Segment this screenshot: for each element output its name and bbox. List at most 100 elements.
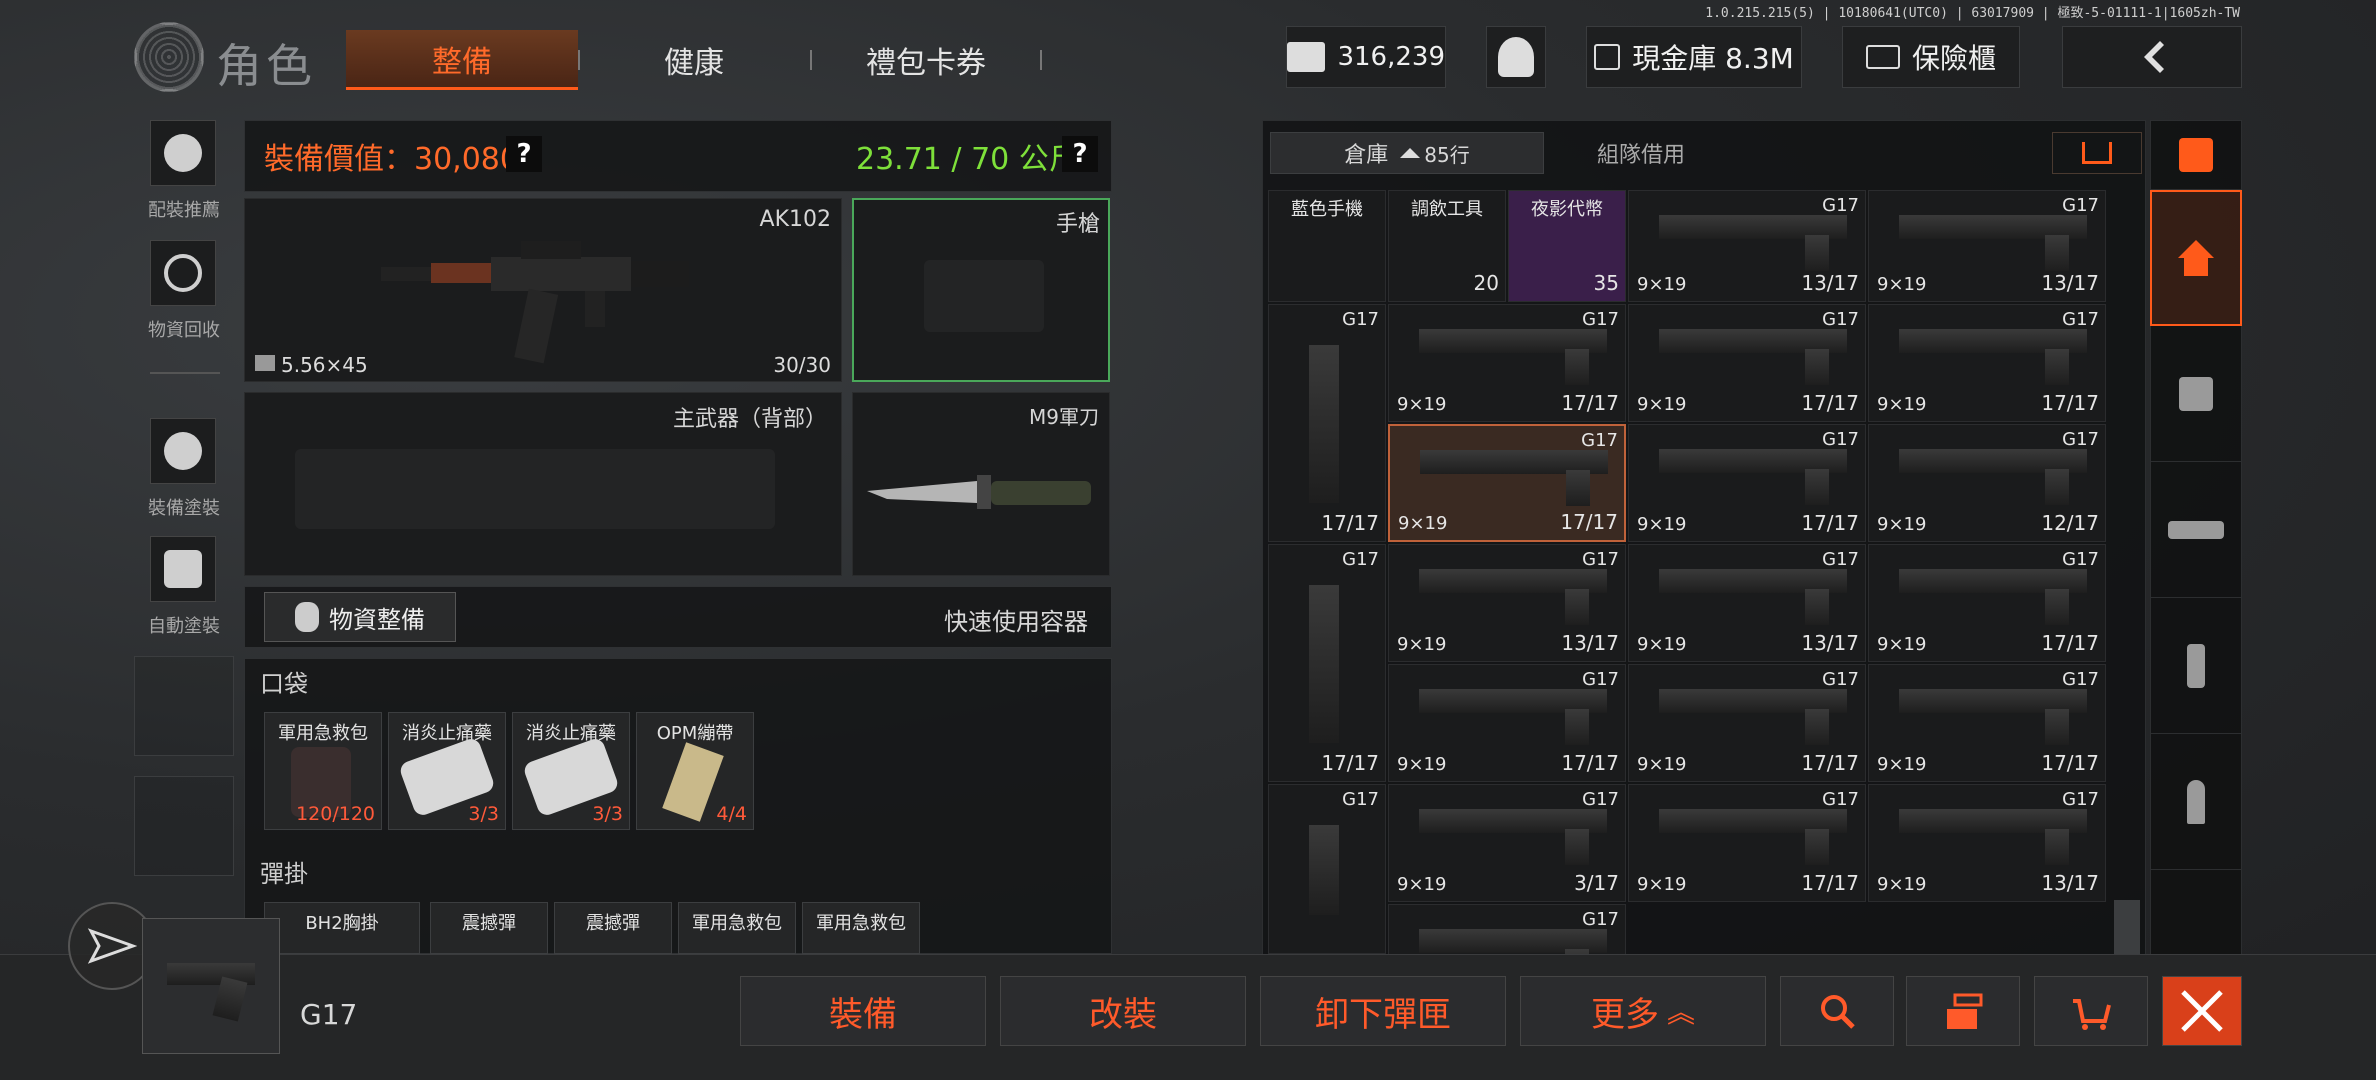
tab-gift-vouchers[interactable]: 禮包卡券 [810, 30, 1042, 90]
unload-magazine-button[interactable]: 卸下彈匣 [1260, 976, 1506, 1046]
item-name: G17 [2062, 549, 2099, 570]
item-count: 13/17 [1561, 631, 1619, 655]
storage-item[interactable]: G17 9×19 17/17 [1868, 304, 2106, 422]
storage-item[interactable]: G17 9×19 17/17 [1628, 664, 1866, 782]
item-count: 120/120 [296, 803, 375, 825]
pistol-silhouette-icon [924, 260, 1044, 332]
category-all[interactable] [2150, 190, 2242, 326]
ak102-rifle-image [381, 241, 689, 364]
item-name: G17 [1582, 789, 1619, 810]
selected-item-name: G17 [300, 998, 358, 1031]
ammo-box-icon [255, 355, 275, 371]
ammo-type: 9×19 [1877, 634, 1927, 655]
pocket-item[interactable]: 軍用急救包 120/120 [264, 712, 382, 830]
auto-paint-icon [164, 550, 202, 588]
category-ammo[interactable] [2150, 734, 2242, 870]
storage-item[interactable]: G17 9×19 17/17 [1388, 664, 1626, 782]
rig-item[interactable]: 軍用急救包 [802, 902, 920, 954]
tab-health[interactable]: 健康 [578, 30, 810, 90]
storage-item[interactable]: G17 9×19 13/17 [1868, 784, 2106, 902]
auto-paint-button[interactable] [150, 536, 216, 602]
pistol-grip [1565, 349, 1589, 385]
tab-equipment[interactable]: 整備 [346, 30, 578, 90]
modify-button[interactable]: 改裝 [1000, 976, 1246, 1046]
pistol-slot[interactable]: 手槍 [852, 198, 1110, 382]
pocket-item[interactable]: OPM繃帶 4/4 [636, 712, 754, 830]
sidebar-label: 物資回收 [148, 320, 220, 341]
pistol-grip [1566, 470, 1590, 506]
value-help-button[interactable]: ? [506, 136, 542, 172]
storage-item[interactable]: G17 9×19 17/17 [1868, 664, 2106, 782]
storage-item[interactable]: G17 9×19 13/17 [1628, 544, 1866, 662]
tab-warehouse[interactable]: 倉庫 85行 [1270, 132, 1544, 174]
rig-item[interactable]: 軍用急救包 [678, 902, 796, 954]
close-icon [2181, 990, 2223, 1032]
rig-item[interactable]: 震撼彈 [430, 902, 548, 954]
storage-item[interactable]: G17 9×19 13/17 [1868, 190, 2106, 302]
refresh-stack-button[interactable] [2150, 120, 2242, 190]
category-armor[interactable] [2150, 326, 2242, 462]
storage-item[interactable]: G17 9×19 17/17 [1868, 544, 2106, 662]
storage-item[interactable]: G17 9×19 17/17 [1628, 304, 1866, 422]
back-button[interactable] [2062, 26, 2242, 88]
item-name: G17 [1581, 430, 1618, 451]
pocket-item[interactable]: 消炎止痛藥 3/3 [388, 712, 506, 830]
storage-item[interactable]: G17 9×19 13/17 [1388, 544, 1626, 662]
weight-help-button[interactable]: ? [1062, 136, 1098, 172]
unpack-button[interactable] [1906, 976, 2020, 1046]
safe-box-button[interactable]: 保險櫃 [1842, 26, 2020, 88]
box-open-icon [1947, 993, 1983, 1029]
more-button[interactable]: 更多 ︽ [1520, 976, 1766, 1046]
tab-team-borrow[interactable]: 組隊借用 [1546, 132, 1736, 174]
storage-item[interactable]: G17 9×19 17/17 [1628, 784, 1866, 902]
melee-slot[interactable]: M9軍刀 [852, 392, 1110, 576]
ammo-type: 9×19 [1397, 394, 1447, 415]
item-name: G17 [1822, 429, 1859, 450]
storage-item[interactable]: G17 [1388, 904, 1626, 954]
pocket-item[interactable]: 消炎止痛藥 3/3 [512, 712, 630, 830]
category-magazines[interactable] [2150, 598, 2242, 734]
storage-item[interactable]: G17 9×19 17/17 [1628, 424, 1866, 542]
secondary-weapon-slot[interactable]: 主武器（背部） [244, 392, 842, 576]
primary-weapon-slot[interactable]: AK102 5.56×45 30/30 [244, 198, 842, 382]
equipment-paint-button[interactable] [150, 418, 216, 484]
storage-item[interactable]: G17 9×19 12/17 [1868, 424, 2106, 542]
mixing-tools-item[interactable]: 調飲工具 20 [1388, 190, 1506, 302]
night-token-item[interactable]: 夜影代幣 35 [1508, 190, 1626, 302]
pistol-grip [1805, 235, 1829, 271]
rifle-silhouette-icon [295, 449, 775, 529]
loadout-recommend-button[interactable] [150, 120, 216, 186]
scrollbar-thumb[interactable] [2114, 900, 2140, 954]
storage-item[interactable]: G17 9×19 13/17 [1628, 190, 1866, 302]
rig-item[interactable]: 震撼彈 [554, 902, 672, 954]
g17-pistol-icon [1309, 345, 1339, 503]
bandage-icon [662, 742, 724, 822]
search-button[interactable] [1780, 976, 1894, 1046]
item-name: G17 [1342, 789, 1379, 810]
rig-item[interactable]: BH2胸掛 [264, 902, 420, 954]
cash-vault-button[interactable]: 現金庫 8.3M [1586, 26, 1802, 88]
category-weapons[interactable] [2150, 462, 2242, 598]
storage-item[interactable]: G17 17/17 [1268, 544, 1386, 782]
pistol-grip [1565, 589, 1589, 625]
supply-prep-button[interactable]: 物資整備 [264, 592, 456, 642]
item-name: G17 [2062, 789, 2099, 810]
storage-item[interactable]: G17 [1268, 784, 1386, 954]
melee-name: M9軍刀 [1029, 405, 1099, 429]
pistol-slot-label: 手槍 [1055, 212, 1100, 237]
blue-phone-item[interactable]: 藍色手機 [1268, 190, 1386, 302]
equip-button[interactable]: 裝備 [740, 976, 986, 1046]
quick-container-link[interactable]: 快速使用容器 [944, 602, 1088, 637]
storage-item[interactable]: G17 9×19 17/17 [1388, 424, 1626, 542]
sell-button[interactable] [2034, 976, 2148, 1046]
profile-button[interactable] [1486, 26, 1546, 88]
storage-item[interactable]: G17 9×19 3/17 [1388, 784, 1626, 902]
pistol-grip [2045, 235, 2069, 271]
sort-button[interactable] [2052, 132, 2142, 174]
storage-item[interactable]: G17 9×19 17/17 [1388, 304, 1626, 422]
bullet-icon [2187, 779, 2205, 824]
supply-recycle-button[interactable] [150, 240, 216, 306]
close-button[interactable] [2162, 976, 2242, 1046]
storage-item[interactable]: G17 17/17 [1268, 304, 1386, 542]
storage-grid: 藍色手機 調飲工具 20 夜影代幣 35 G17 9×19 13/17 G17 9×19 13/17… [1268, 190, 2108, 954]
